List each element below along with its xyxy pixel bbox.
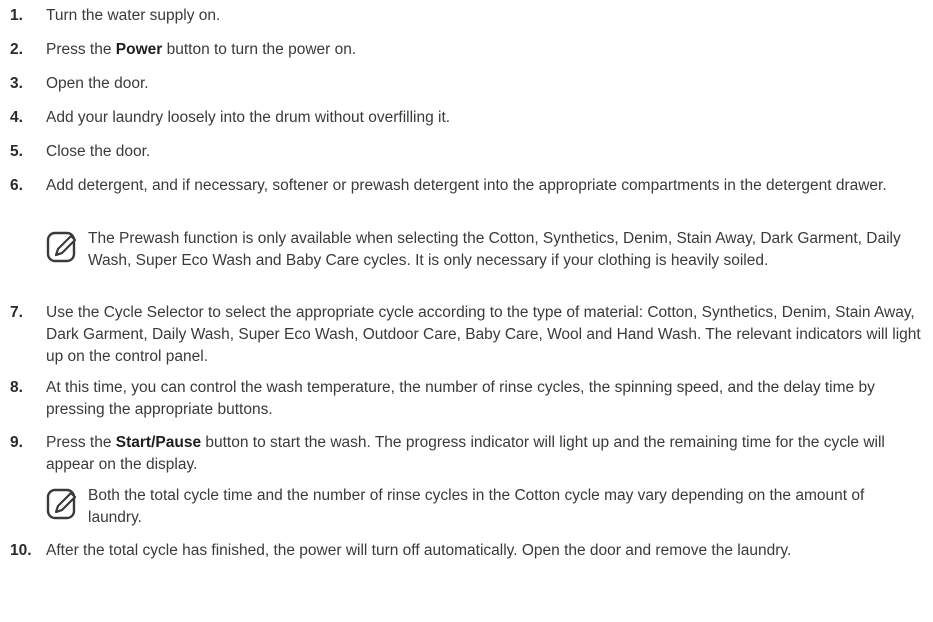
step-text: Use the Cycle Selector to select the app… [46,304,921,365]
step-text: Add detergent, and if necessary, softene… [46,177,887,194]
step-number: 2. [10,41,23,58]
step-text: Turn the water supply on. [46,7,221,24]
step-text: At this time, you can control the wash t… [46,379,875,418]
step-number: 3. [10,75,23,92]
step-text: After the total cycle has finished, the … [46,542,792,559]
note-pencil-icon [46,231,77,263]
note-text: Both the total cycle time and the number… [88,487,865,526]
step-number: 10. [10,542,32,559]
note-pencil-icon [46,488,77,520]
step-number: 5. [10,143,23,160]
step-number: 6. [10,177,23,194]
step-text: Add your laundry loosely into the drum w… [46,109,451,126]
power-button-label: Power [115,41,163,58]
step-text: Close the door. [46,143,151,160]
note-text: The Prewash function is only available w… [88,230,901,269]
step-number: 7. [10,304,23,321]
start-pause-button-label: Start/Pause [115,434,202,451]
step-number: 8. [10,379,23,396]
step-number: 4. [10,109,23,126]
step-text: Press the Start/Pause button to start th… [46,434,885,473]
step-text: Press the Power button to turn the power… [46,41,357,58]
step-number: 1. [10,7,23,24]
step-number: 9. [10,434,23,451]
step-text: Open the door. [46,75,149,92]
